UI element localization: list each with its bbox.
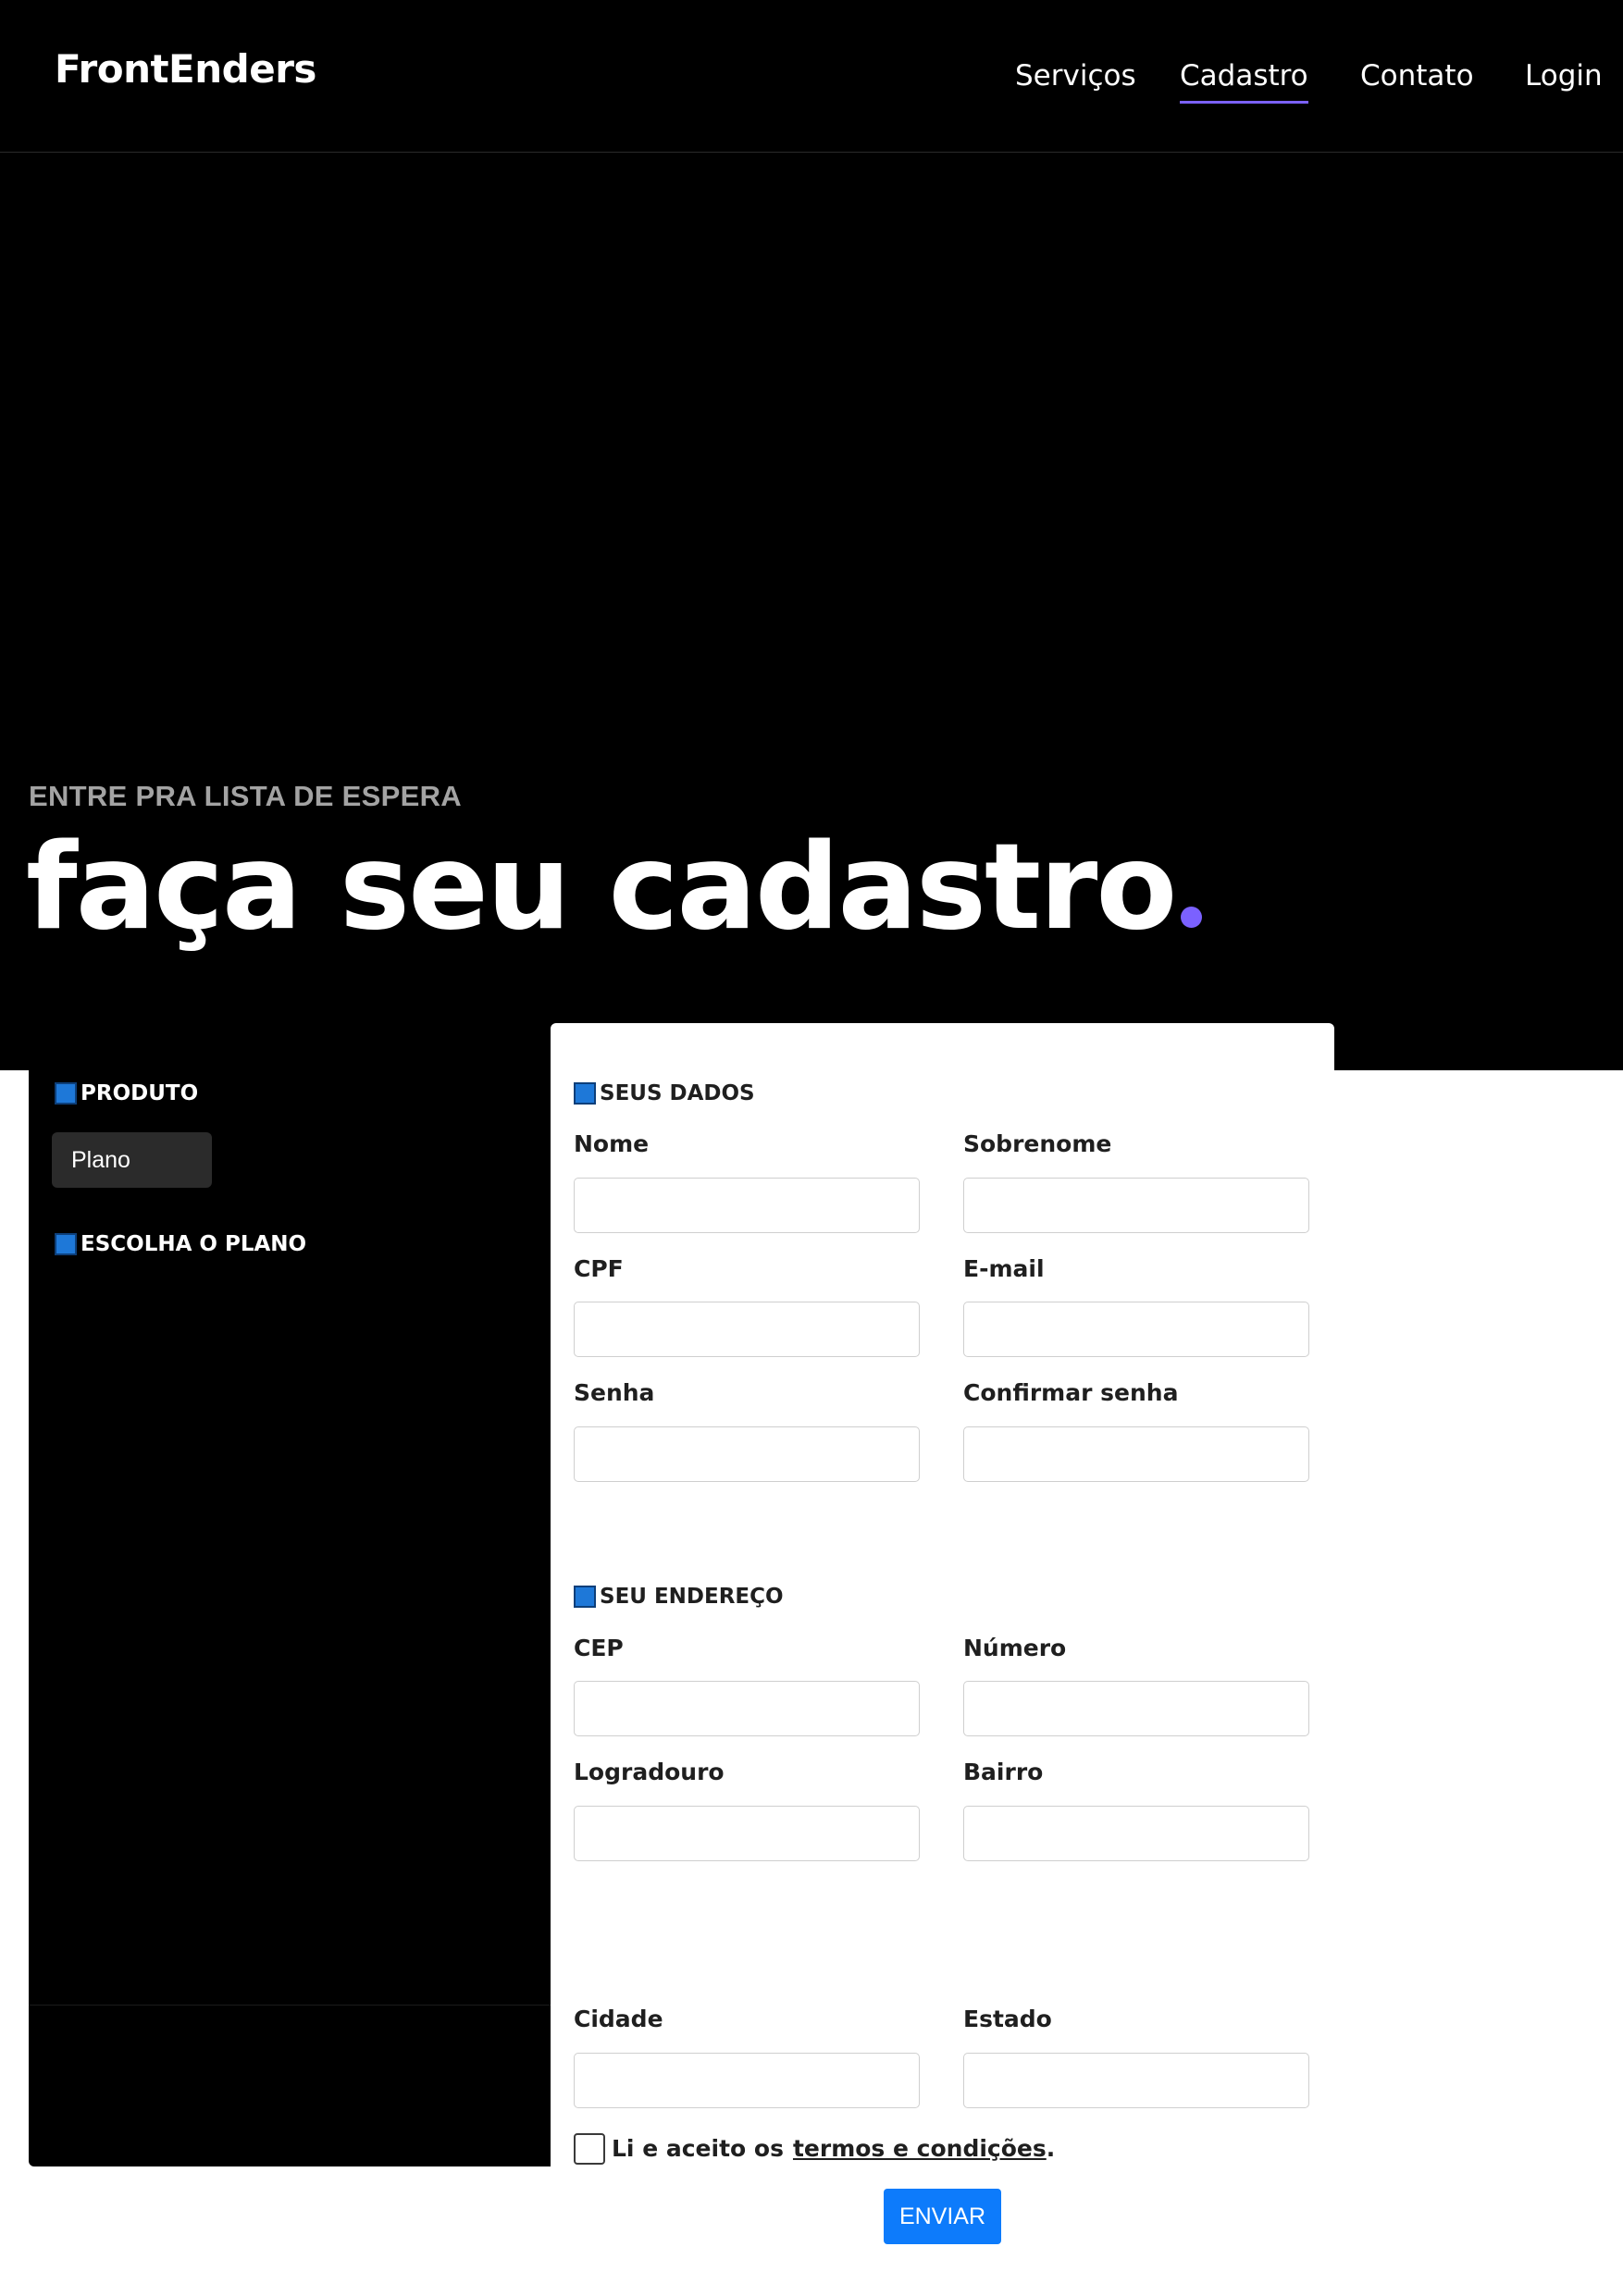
site-header: FrontEnders Serviços Cadastro Contato Lo…: [0, 0, 1623, 153]
sobrenome-input[interactable]: [963, 1178, 1309, 1233]
nome-input[interactable]: [574, 1178, 920, 1233]
hero-title-text: faça seu cadastro: [26, 819, 1177, 957]
cidade-label: Cidade: [574, 2006, 663, 2032]
blue-square-icon: [55, 1082, 77, 1105]
choose-plan-heading-label: ESCOLHA O PLANO: [81, 1232, 307, 1256]
nav-link-servicos[interactable]: Serviços: [1015, 57, 1136, 94]
personal-data-heading: SEUS DADOS: [574, 1081, 755, 1105]
confirmar-senha-input[interactable]: [963, 1426, 1309, 1482]
estado-input[interactable]: [963, 2053, 1309, 2108]
product-heading: PRODUTO: [55, 1081, 198, 1105]
bairro-input[interactable]: [963, 1806, 1309, 1861]
submit-button[interactable]: ENVIAR: [884, 2189, 1001, 2244]
nav-link-cadastro[interactable]: Cadastro: [1180, 57, 1308, 104]
nav-link-contato[interactable]: Contato: [1360, 57, 1474, 94]
numero-label: Número: [963, 1635, 1067, 1661]
page-title: faça seu cadastro: [26, 814, 1203, 962]
hero-eyebrow: ENTRE PRA LISTA DE ESPERA: [29, 780, 462, 812]
logradouro-label: Logradouro: [574, 1759, 725, 1785]
estado-label: Estado: [963, 2006, 1052, 2032]
cpf-label: CPF: [574, 1255, 624, 1282]
cpf-input[interactable]: [574, 1302, 920, 1357]
choose-plan-heading: ESCOLHA O PLANO: [55, 1232, 306, 1256]
product-heading-label: PRODUTO: [81, 1081, 199, 1105]
blue-square-icon: [574, 1586, 596, 1608]
terms-link[interactable]: termos e condições: [793, 2135, 1047, 2162]
brand-logo[interactable]: FrontEnders: [55, 46, 316, 92]
nome-label: Nome: [574, 1130, 650, 1157]
cep-input[interactable]: [574, 1681, 920, 1736]
senha-label: Senha: [574, 1379, 655, 1406]
address-heading-label: SEU ENDEREÇO: [600, 1585, 784, 1609]
senha-input[interactable]: [574, 1426, 920, 1482]
panel-divider: [29, 2005, 551, 2006]
address-heading: SEU ENDEREÇO: [574, 1585, 784, 1609]
cep-label: CEP: [574, 1635, 624, 1661]
email-input[interactable]: [963, 1302, 1309, 1357]
cidade-input[interactable]: [574, 2053, 920, 2108]
nav-link-login[interactable]: Login: [1525, 57, 1603, 94]
signup-form: SEUS DADOS Nome Sobrenome CPF E-mail Sen…: [551, 1023, 1334, 2253]
bairro-label: Bairro: [963, 1759, 1044, 1785]
hero-title-dot: [1181, 907, 1203, 928]
numero-input[interactable]: [963, 1681, 1309, 1736]
confirmar-senha-label: Confirmar senha: [963, 1379, 1179, 1406]
product-panel: PRODUTO Plano ESCOLHA O PLANO: [29, 1070, 551, 2166]
personal-data-heading-label: SEUS DADOS: [600, 1081, 755, 1105]
plan-select[interactable]: Plano: [52, 1132, 212, 1188]
terms-checkbox[interactable]: [574, 2133, 605, 2165]
sobrenome-label: Sobrenome: [963, 1130, 1112, 1157]
logradouro-input[interactable]: [574, 1806, 920, 1861]
terms-suffix: .: [1046, 2135, 1056, 2162]
terms-text: Li e aceito os termos e condições.: [612, 2133, 1055, 2165]
terms-prefix: Li e aceito os: [612, 2135, 784, 2162]
blue-square-icon: [55, 1233, 77, 1255]
email-label: E-mail: [963, 1255, 1045, 1282]
blue-square-icon: [574, 1082, 596, 1105]
